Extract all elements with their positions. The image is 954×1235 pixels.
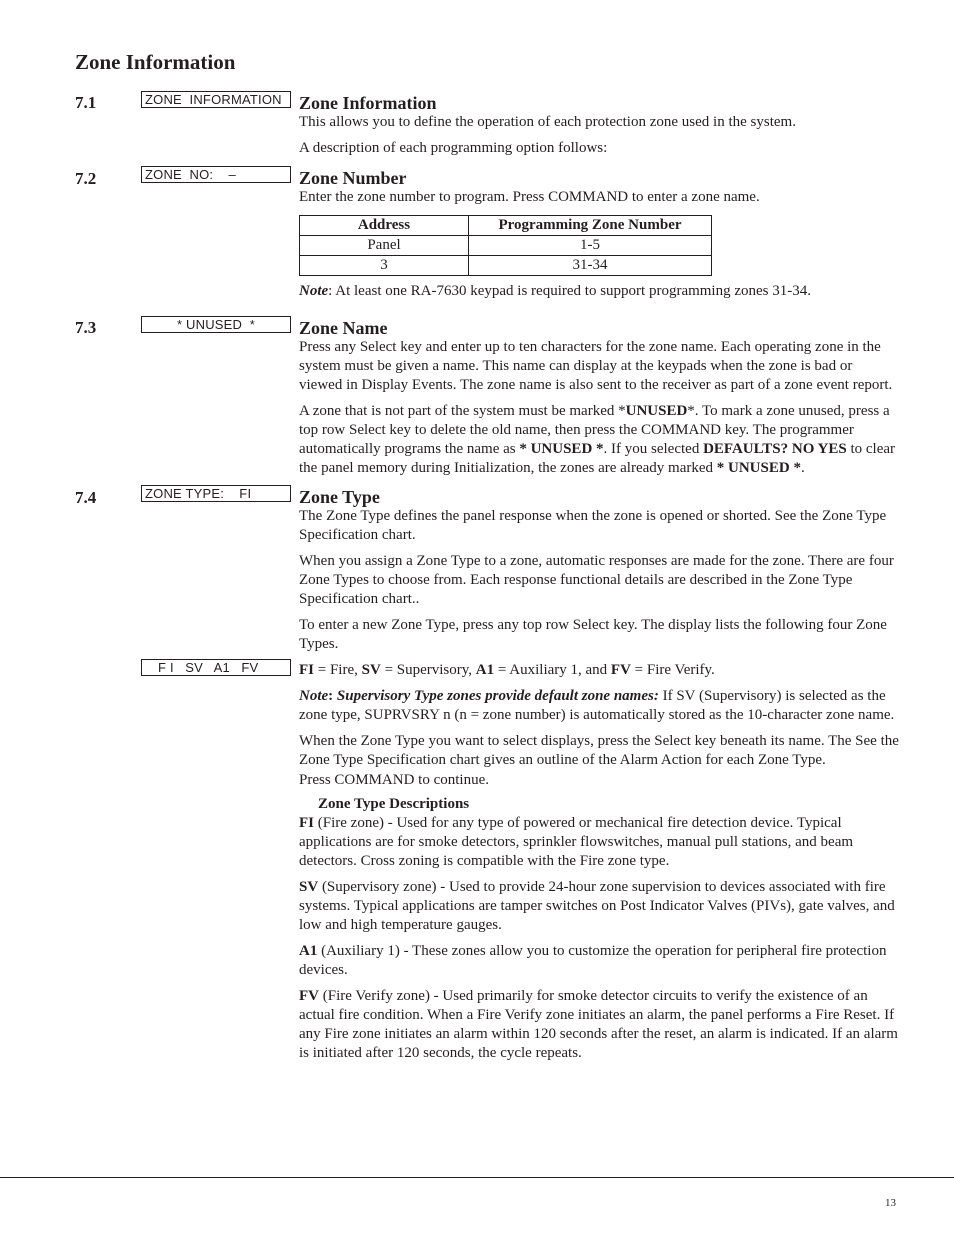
code: FV	[299, 988, 319, 1004]
code: FV	[610, 662, 631, 678]
text: . If you selected	[603, 441, 704, 457]
description-item: SV (Supervisory zone) - Used to provide …	[299, 878, 899, 935]
code: SV	[361, 662, 381, 678]
paragraph: Press COMMAND to continue.	[299, 772, 489, 788]
table-cell: 31-34	[468, 255, 712, 276]
table-header: Address	[299, 215, 469, 236]
text: .	[800, 460, 805, 476]
note-text: : At least one RA-7630 keypad is require…	[328, 283, 811, 299]
table-header: Programming Zone Number	[468, 215, 712, 236]
text: (Fire zone) - Used for any type of power…	[299, 815, 854, 869]
paragraph: Press any Select key and enter up to ten…	[299, 339, 893, 393]
table-cell: Panel	[299, 235, 469, 256]
page-number: 13	[885, 1197, 896, 1209]
paragraph: To enter a new Zone Type, press any top …	[299, 617, 887, 652]
section-zone-number: Zone Number Enter the zone number to pro…	[299, 168, 899, 308]
section-number: 7.4	[75, 488, 97, 507]
table-cell: 3	[299, 255, 469, 276]
section-zone-type: Zone Type The Zone Type defines the pane…	[299, 487, 899, 1070]
text: (Fire Verify zone) - Used primarily for …	[299, 988, 898, 1061]
table-header-row: Address Programming Zone Number	[299, 215, 712, 236]
text: (Auxiliary 1) - These zones allow you to…	[299, 943, 887, 978]
table-row: Panel 1-5	[299, 235, 712, 256]
text: = Fire Verify.	[630, 662, 715, 678]
code: FI	[299, 815, 314, 831]
table-row: 3 31-34	[299, 255, 712, 276]
zone-number-table: Address Programming Zone Number Panel 1-…	[299, 215, 712, 276]
bold-text: * UNUSED *	[519, 441, 604, 457]
keypad-display: ZONE INFORMATION	[141, 91, 291, 108]
text: A zone that is not part of the system mu…	[299, 403, 626, 419]
subheading: Zone Type Descriptions	[318, 796, 470, 812]
keypad-display: ZONE TYPE: FI	[141, 485, 291, 502]
section-zone-information: Zone Information This allows you to defi…	[299, 93, 899, 165]
zone-type-legend: FI = Fire, SV = Supervisory, A1 = Auxili…	[299, 661, 899, 680]
paragraph: The Zone Type defines the panel response…	[299, 508, 887, 543]
section-heading: Zone Information	[299, 93, 437, 113]
bold-text: UNUSED	[625, 403, 688, 419]
paragraph-unused: A zone that is not part of the system mu…	[299, 402, 899, 478]
section-heading: Zone Type	[299, 487, 380, 507]
code: A1	[299, 943, 318, 959]
page-title: Zone Information	[75, 50, 236, 74]
paragraph: When you assign a Zone Type to a zone, a…	[299, 553, 894, 607]
section-number: 7.1	[75, 93, 97, 112]
note: Note: At least one RA-7630 keypad is req…	[299, 282, 899, 301]
description-item: A1 (Auxiliary 1) - These zones allow you…	[299, 942, 899, 980]
keypad-display: ZONE NO: –	[141, 166, 291, 183]
code: SV	[299, 879, 319, 895]
paragraph: Enter the zone number to program. Press …	[299, 189, 760, 205]
footer-divider	[0, 1177, 954, 1178]
description-item: FI (Fire zone) - Used for any type of po…	[299, 814, 899, 871]
code: A1	[475, 662, 495, 678]
code: FI	[299, 662, 314, 678]
text: = Auxiliary 1, and	[494, 662, 611, 678]
paragraph: This allows you to define the operation …	[299, 114, 796, 130]
section-heading: Zone Number	[299, 168, 407, 188]
note-label: Note	[299, 283, 329, 299]
keypad-display-zone-types: F I SV A1 FV	[141, 659, 291, 676]
section-number: 7.2	[75, 169, 97, 188]
bold-text: DEFAULTS? NO YES	[703, 441, 847, 457]
note-label: Note	[299, 688, 329, 704]
section-number: 7.3	[75, 318, 97, 337]
paragraph: When the Zone Type you want to select di…	[299, 733, 899, 768]
text: (Supervisory zone) - Used to provide 24-…	[299, 879, 895, 933]
text: = Fire,	[314, 662, 362, 678]
table-cell: 1-5	[468, 235, 712, 256]
note-emphasis: Supervisory Type zones provide default z…	[333, 688, 659, 704]
note: Note: Supervisory Type zones provide def…	[299, 687, 899, 725]
bold-text: * UNUSED *	[716, 460, 801, 476]
section-zone-name: Zone Name Press any Select key and enter…	[299, 318, 899, 485]
description-item: FV (Fire Verify zone) - Used primarily f…	[299, 987, 899, 1063]
keypad-display: * UNUSED *	[141, 316, 291, 333]
section-heading: Zone Name	[299, 318, 388, 338]
text: = Supervisory,	[380, 662, 476, 678]
paragraph: A description of each programming option…	[299, 140, 608, 156]
